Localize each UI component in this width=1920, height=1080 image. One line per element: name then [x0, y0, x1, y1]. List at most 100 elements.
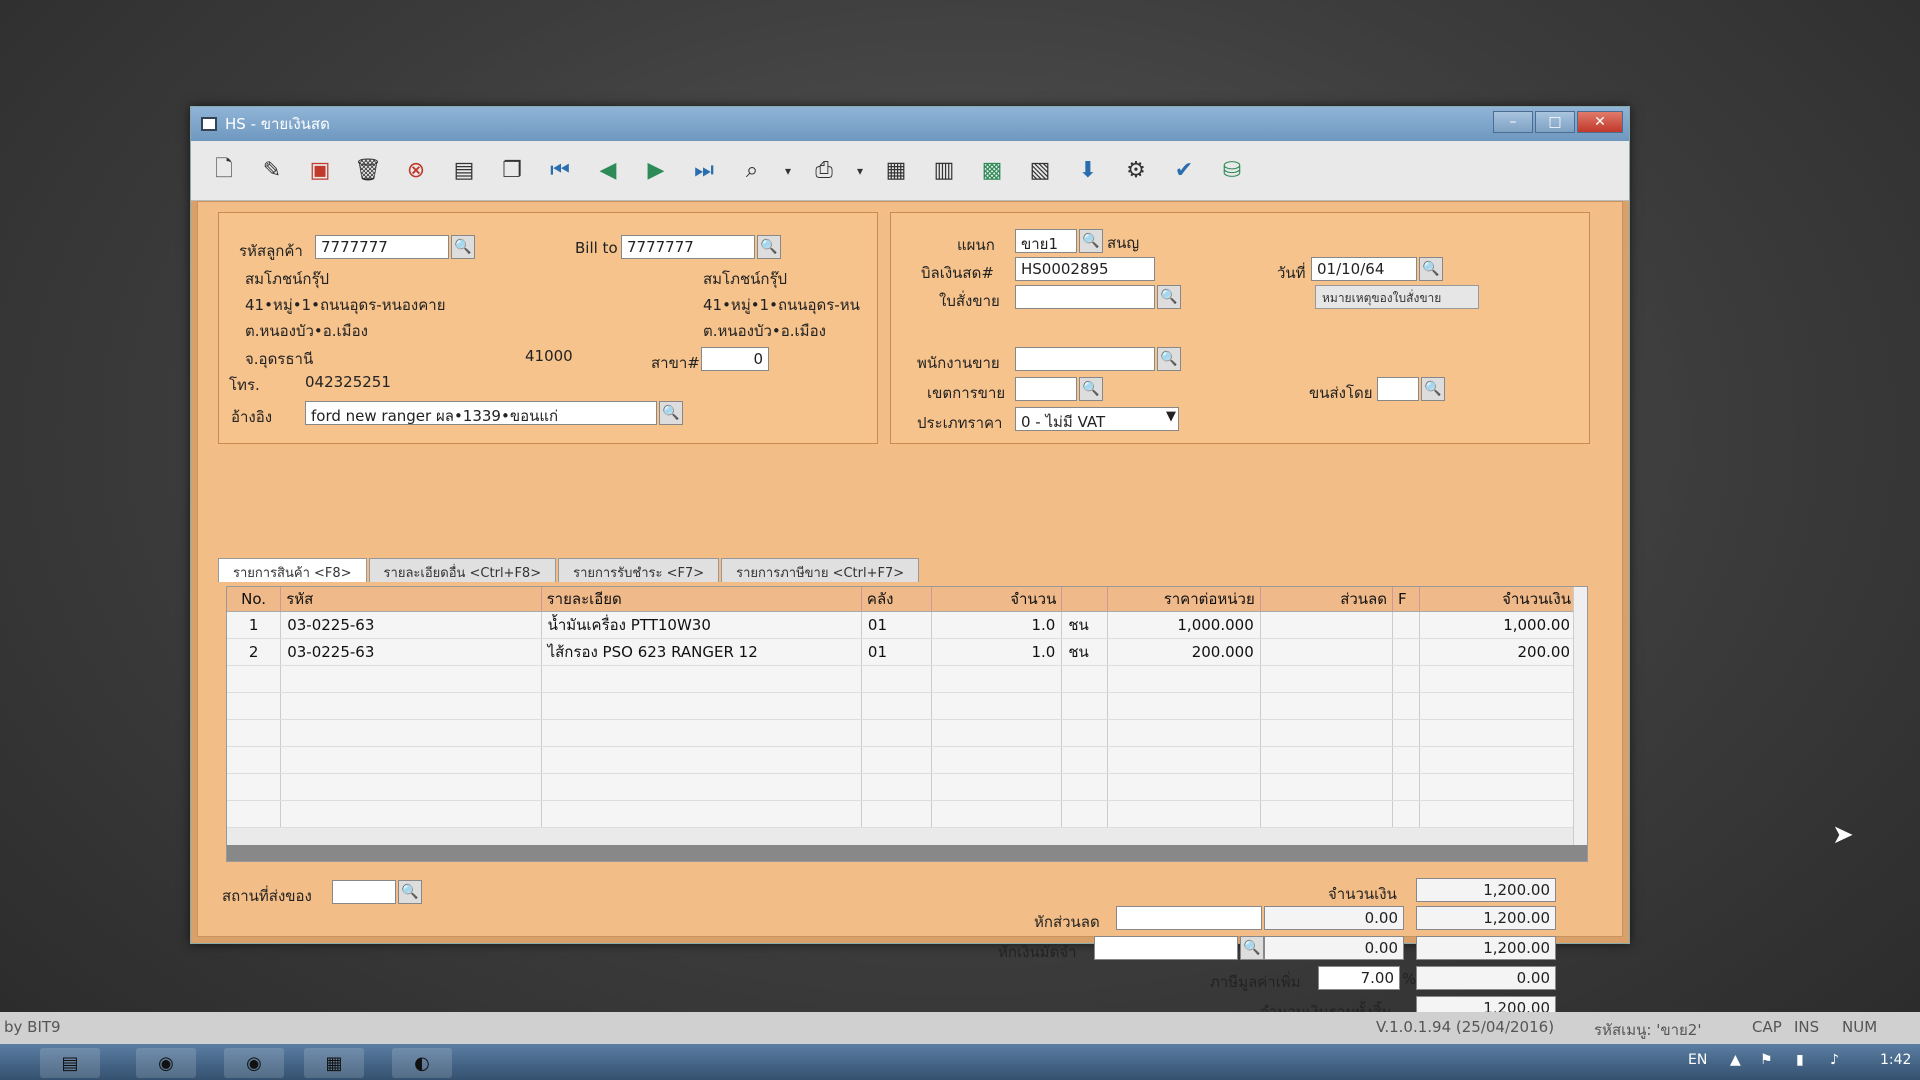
date-input[interactable]: 01/10/64 — [1311, 257, 1417, 281]
cell-qty: 1.0 — [931, 611, 1063, 639]
search-doc-icon[interactable]: ⌕ — [733, 152, 771, 190]
bill-number-input[interactable]: HS0002895 — [1015, 257, 1155, 281]
report2-icon[interactable]: ▥ — [925, 152, 963, 190]
report4-icon[interactable]: ▧ — [1021, 152, 1059, 190]
flag-icon[interactable]: ⚑ — [1760, 1052, 1773, 1068]
col-no[interactable]: No. — [227, 587, 282, 612]
customer-code-input[interactable]: 7777777 — [315, 235, 449, 259]
void-icon[interactable]: ▣ — [301, 152, 339, 190]
search-icon[interactable]: 🔍 — [451, 235, 475, 259]
ref-input[interactable]: ford new ranger ผล•1339•ขอนแก่ — [305, 401, 657, 425]
cell-f — [1392, 611, 1420, 639]
excel-icon[interactable]: ▦ — [304, 1048, 364, 1078]
search-icon[interactable]: 🔍 — [1157, 285, 1181, 309]
col-code[interactable]: รหัส — [280, 587, 542, 612]
minimize-button[interactable]: – — [1493, 111, 1533, 133]
print-icon[interactable]: ⎙ — [805, 152, 843, 190]
chrome-icon[interactable]: ◉ — [224, 1048, 284, 1078]
tray-arrow-icon[interactable]: ▲ — [1730, 1052, 1741, 1068]
col-discount[interactable]: ส่วนลด — [1260, 587, 1393, 612]
mouse-cursor-icon: ➤ — [1832, 820, 1854, 850]
search-icon[interactable]: 🔍 — [1421, 377, 1445, 401]
report3-icon[interactable]: ▩ — [973, 152, 1011, 190]
volume-icon[interactable]: ♪ — [1830, 1052, 1839, 1068]
table-row[interactable] — [227, 800, 1578, 828]
close-button[interactable]: ✕ — [1577, 111, 1623, 133]
branch-input[interactable]: 0 — [701, 347, 769, 371]
col-amount[interactable]: จำนวนเงิน — [1419, 587, 1578, 612]
vat-rate-input[interactable]: 7.00 — [1318, 966, 1400, 990]
discount-label: หักส่วนลด — [1034, 913, 1100, 931]
dept-input[interactable]: ขาย1 — [1015, 229, 1077, 253]
search-icon[interactable]: 🔍 — [1079, 229, 1103, 253]
report1-icon[interactable]: ▦ — [877, 152, 915, 190]
search-icon[interactable]: 🔍 — [659, 401, 683, 425]
table-row[interactable] — [227, 719, 1578, 747]
next-record-icon[interactable]: ▶ — [637, 152, 675, 190]
search-icon[interactable]: 🔍 — [1157, 347, 1181, 371]
search-icon[interactable]: 🔍 — [398, 880, 422, 904]
search-icon[interactable]: 🔍 — [757, 235, 781, 259]
col-qty[interactable]: จำนวน — [931, 587, 1063, 612]
billto-code-input[interactable]: 7777777 — [621, 235, 755, 259]
chrome-icon[interactable]: ◉ — [136, 1048, 196, 1078]
col-unit[interactable] — [1061, 587, 1108, 612]
network-icon[interactable]: ▮ — [1796, 1052, 1804, 1068]
tab-other-details[interactable]: รายละเอียดอื่น <Ctrl+F8> — [368, 558, 557, 582]
save-icon[interactable]: ▤ — [445, 152, 483, 190]
customer-code-label: รหัสลูกค้า — [239, 242, 303, 260]
ship-input[interactable] — [1377, 377, 1419, 401]
cell-no: 1 — [227, 611, 282, 639]
first-record-icon[interactable]: ⏮ — [541, 152, 579, 190]
delete-icon[interactable]: 🗑 — [349, 152, 387, 190]
table-row[interactable]: 1 03-0225-63 น้ำมันเครื่อง PTT10W30 01 1… — [227, 611, 1578, 639]
shipto-input[interactable] — [332, 880, 396, 904]
language-indicator[interactable]: EN — [1688, 1052, 1707, 1068]
last-record-icon[interactable]: ⏭ — [685, 152, 723, 190]
col-warehouse[interactable]: คลัง — [861, 587, 933, 612]
grid-scrollbar[interactable] — [1573, 587, 1587, 847]
so-note-button[interactable]: หมายเหตุของใบสั่งขาย — [1315, 285, 1479, 309]
so-input[interactable] — [1015, 285, 1155, 309]
new-doc-icon[interactable]: 🗋 — [205, 152, 243, 190]
table-row[interactable] — [227, 665, 1578, 693]
cell-desc: น้ำมันเครื่อง PTT10W30 — [541, 611, 862, 639]
ok-icon[interactable]: ✔ — [1165, 152, 1203, 190]
area-input[interactable] — [1015, 377, 1077, 401]
cancel-icon[interactable]: ⊗ — [397, 152, 435, 190]
chevron-down-icon[interactable]: ▾ — [853, 152, 867, 190]
taskbar-app-icon[interactable]: ▤ — [40, 1048, 100, 1078]
app-icon[interactable]: ◐ — [392, 1048, 452, 1078]
salesperson-input[interactable] — [1015, 347, 1155, 371]
prev-record-icon[interactable]: ◀ — [589, 152, 627, 190]
clock[interactable]: 1:42 — [1880, 1052, 1911, 1068]
search-icon[interactable]: 🔍 — [1419, 257, 1443, 281]
table-row[interactable] — [227, 773, 1578, 801]
tab-payments[interactable]: รายการรับชำระ <F7> — [558, 558, 720, 582]
cell-f — [1392, 638, 1420, 666]
edit-icon[interactable]: ✎ — [253, 152, 291, 190]
table-row[interactable] — [227, 746, 1578, 774]
table-row[interactable]: 2 03-0225-63 ไส้กรอง PSO 623 RANGER 12 0… — [227, 638, 1578, 666]
col-desc[interactable]: รายละเอียด — [541, 587, 862, 612]
dept-name: สนญ — [1107, 234, 1140, 252]
search-icon[interactable]: 🔍 — [1079, 377, 1103, 401]
tab-sales-tax[interactable]: รายการภาษีขาย <Ctrl+F7> — [721, 558, 920, 582]
col-price[interactable]: ราคาต่อหน่วย — [1107, 587, 1261, 612]
deposit-input[interactable] — [1094, 936, 1238, 960]
pricetype-select[interactable]: 0 - ไม่มี VAT ▼ — [1015, 407, 1179, 431]
chevron-down-icon[interactable]: ▾ — [781, 152, 795, 190]
tool-icon[interactable]: ⚙ — [1117, 152, 1155, 190]
table-row[interactable] — [227, 692, 1578, 720]
billto-label: Bill to — [575, 239, 618, 257]
network-icon[interactable]: ⛁ — [1213, 152, 1251, 190]
copy-icon[interactable]: ❐ — [493, 152, 531, 190]
discount-value: 0.00 — [1264, 906, 1404, 930]
maximize-button[interactable]: □ — [1535, 111, 1575, 133]
discount-input[interactable] — [1116, 906, 1262, 930]
approve-icon[interactable]: ⬇ — [1069, 152, 1107, 190]
chevron-down-icon[interactable]: ▼ — [1166, 409, 1176, 424]
col-f[interactable]: F — [1392, 587, 1420, 612]
search-icon[interactable]: 🔍 — [1240, 936, 1264, 960]
tab-items[interactable]: รายการสินค้า <F8> — [218, 558, 367, 582]
